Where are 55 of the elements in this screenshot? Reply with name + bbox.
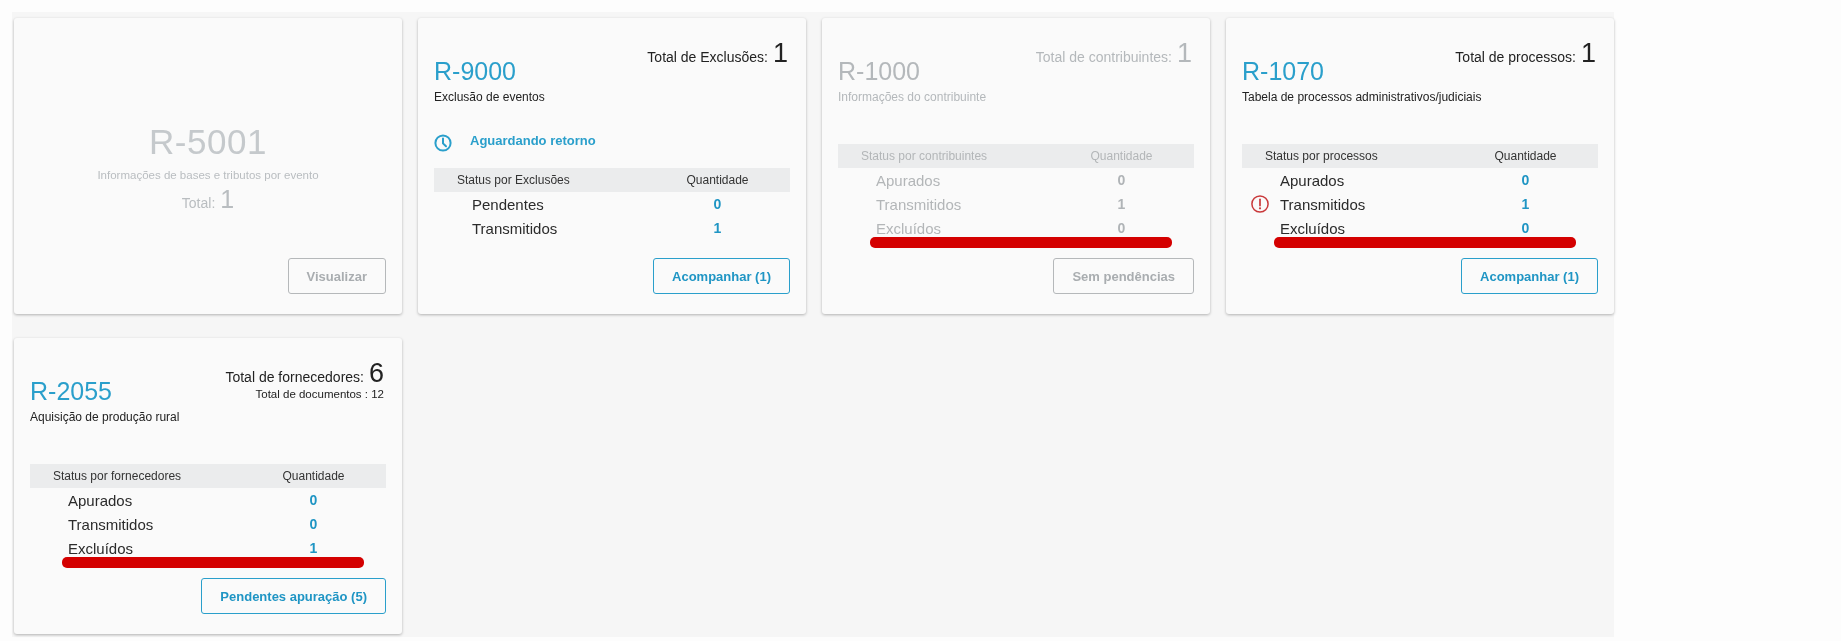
total-value: 1 (220, 183, 235, 214)
total-value: 6 (368, 357, 384, 390)
total-label: Total de processos: (1455, 49, 1576, 65)
event-description: Exclusão de eventos (434, 89, 545, 105)
event-code: R-9000 (434, 56, 516, 86)
count-cell: 1 (309, 540, 318, 556)
row-label: Excluídos (876, 219, 942, 237)
count-cell: 0 (1521, 220, 1530, 236)
row-label: Pendentes (472, 195, 544, 213)
column-header: Status por contribuintes (860, 149, 988, 163)
action-button[interactable]: Pendentes apuração (5) (201, 578, 386, 614)
action-button[interactable]: Acompanhar (1) (653, 258, 790, 294)
event-code: R-1000 (838, 56, 920, 86)
event-code: R-2055 (30, 376, 112, 406)
row-label: Apurados (68, 491, 133, 509)
column-header: Status por processos (1264, 149, 1378, 163)
event-description: Tabela de processos administrativos/judiciais (1242, 89, 1482, 105)
event-description: Aquisição de produção rural (30, 409, 180, 425)
total-value: 1 (772, 37, 788, 70)
row-label: Apurados (1280, 171, 1345, 189)
event-code: R-1070 (1242, 56, 1324, 86)
row-label: Excluídos (1280, 219, 1346, 237)
count-cell: 1 (1521, 196, 1530, 212)
total-label: Total de Exclusões: (647, 49, 768, 65)
event-description: Informações do contribuinte (838, 89, 987, 105)
row-label: Transmitidos (1280, 195, 1366, 213)
count-cell: 0 (1521, 172, 1530, 188)
column-header: Quantidade (1090, 149, 1153, 163)
row-label: Transmitidos (876, 195, 962, 213)
row-label: Excluídos (68, 539, 134, 557)
count-cell: 0 (1117, 172, 1126, 188)
column-header: Status por fornecedores (52, 469, 182, 483)
total-label: Total: (181, 194, 216, 211)
row-label: Transmitidos (68, 515, 154, 533)
column-header: Quantidade (282, 469, 345, 483)
action-button[interactable]: Acompanhar (1) (1461, 258, 1598, 294)
row-label: Transmitidos (472, 219, 558, 237)
count-cell: 0 (309, 516, 318, 532)
count-cell: 0 (713, 196, 722, 212)
total-label: Total de fornecedores: (225, 369, 364, 385)
status-text: Aguardando retorno (470, 133, 596, 148)
column-header: Quantidade (1494, 149, 1557, 163)
count-cell: 1 (713, 220, 722, 236)
total-value: 1 (1176, 37, 1192, 70)
column-header: Status por Exclusões (456, 173, 570, 187)
event-description: Informações de bases e tributos por evento (97, 167, 319, 183)
total-label: Total de contribuintes: (1035, 49, 1172, 65)
total-value: 1 (1580, 37, 1596, 70)
subtotal-text: Total de documentos : 12 (255, 387, 384, 401)
count-cell: 0 (1117, 220, 1126, 236)
row-label: Apurados (876, 171, 941, 189)
count-cell: 0 (309, 492, 318, 508)
column-header: Quantidade (686, 173, 749, 187)
clock-icon (434, 134, 452, 152)
count-cell: 1 (1117, 196, 1126, 212)
